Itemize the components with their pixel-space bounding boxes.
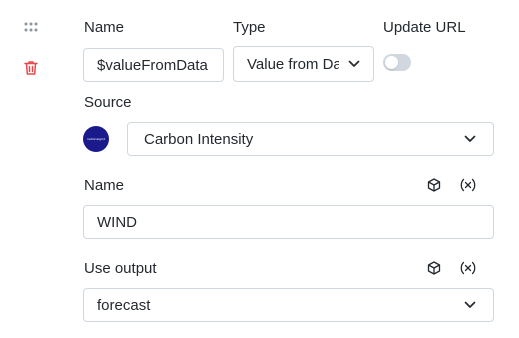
param-name-input[interactable]: WIND [83,205,494,239]
update-url-label: Update URL [383,19,466,36]
variable-name-input[interactable]: $valueFromData [83,48,224,82]
use-output-select[interactable]: forecast [83,288,494,322]
variable-name-value: $valueFromData [97,56,208,74]
national-grid-logo: nationalgrid [83,126,109,152]
chevron-down-icon [347,57,361,71]
logo-text: nationalgrid [86,136,106,141]
variable-type-select[interactable]: Value from Da [233,46,374,82]
variable-x-icon[interactable] [460,177,476,193]
drag-handle-icon[interactable] [24,20,38,32]
source-select-value: Carbon Intensity [144,130,254,148]
variable-type-value: Value from Da [247,55,339,73]
source-label: Source [84,94,132,111]
chevron-down-icon [463,132,477,146]
update-url-toggle[interactable] [383,54,411,71]
variable-name-label: Name [84,19,125,36]
use-output-label: Use output [84,260,157,277]
param-name-value: WIND [97,213,137,231]
use-output-value: forecast [97,296,151,314]
chevron-down-icon [463,298,477,312]
toggle-knob [385,56,398,69]
cube-icon[interactable] [426,260,442,276]
variable-type-label: Type [233,19,266,36]
cube-icon[interactable] [426,177,442,193]
trash-icon[interactable] [24,60,38,76]
source-select[interactable]: Carbon Intensity [127,122,494,156]
param-name-label: Name [84,177,125,194]
variable-x-icon[interactable] [460,260,476,276]
